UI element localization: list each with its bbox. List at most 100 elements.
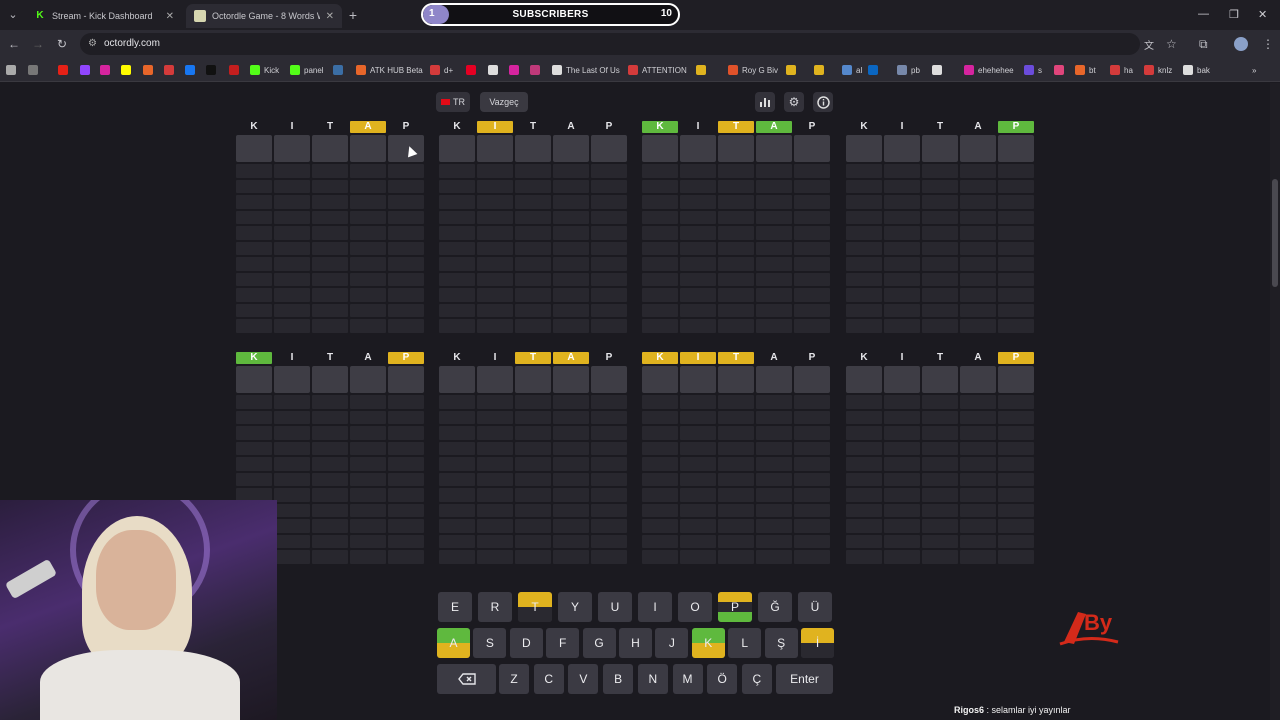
menu-icon[interactable]: ⋮ bbox=[1262, 37, 1274, 51]
back-icon[interactable]: ← bbox=[6, 36, 22, 52]
bookmark-bt[interactable]: bt bbox=[1075, 63, 1096, 77]
key-r3-4[interactable]: N bbox=[637, 664, 668, 694]
bookmark-pinterest[interactable] bbox=[466, 63, 480, 77]
forward-icon[interactable]: → bbox=[30, 36, 46, 52]
bookmark-instagram-2[interactable] bbox=[509, 63, 523, 77]
bookmark-y1[interactable] bbox=[786, 63, 800, 77]
bookmark-kick[interactable]: Kick bbox=[250, 63, 279, 77]
close-tab-icon[interactable]: ✕ bbox=[326, 11, 334, 22]
bookmark-dplus[interactable]: d+ bbox=[430, 63, 453, 77]
bookmark-y2[interactable] bbox=[814, 63, 828, 77]
bookmark-linkedin[interactable] bbox=[868, 63, 882, 77]
bookmark-pb[interactable]: pb bbox=[897, 63, 920, 77]
bookmark-yellow[interactable] bbox=[696, 63, 710, 77]
key-r2-10[interactable]: İ bbox=[801, 628, 834, 658]
key-r2-9[interactable]: Ş bbox=[764, 628, 798, 658]
bookmark-last-of-us[interactable]: The Last Of Us bbox=[552, 63, 620, 77]
restore-icon[interactable]: ❐ bbox=[1229, 8, 1239, 21]
key-r1-1[interactable]: R bbox=[478, 592, 512, 622]
bookmark-diamond[interactable] bbox=[488, 63, 502, 77]
key-r3-0[interactable]: Z bbox=[499, 664, 529, 694]
reload-icon[interactable]: ↻ bbox=[54, 36, 70, 52]
tab-search-chevron-icon[interactable]: ⌄ bbox=[4, 6, 22, 24]
bookmark-grid[interactable] bbox=[28, 63, 42, 77]
key-r3-7[interactable]: Ç bbox=[741, 664, 772, 694]
bookmark-x[interactable] bbox=[206, 63, 220, 77]
key-r1-5[interactable]: I bbox=[638, 592, 672, 622]
key-r3-2[interactable]: V bbox=[568, 664, 599, 694]
key-r3-6[interactable]: Ö bbox=[707, 664, 738, 694]
bookmark-pink[interactable] bbox=[1054, 63, 1068, 77]
tab-kick-dashboard[interactable]: K Stream - Kick Dashboard ✕ bbox=[26, 4, 182, 28]
bookmark-knlz[interactable]: knlz bbox=[1144, 63, 1172, 77]
bookmark-apps[interactable] bbox=[6, 63, 20, 77]
key-r2-4[interactable]: G bbox=[582, 628, 616, 658]
site-info-icon[interactable]: ⚙ bbox=[88, 38, 97, 49]
new-tab-button[interactable]: + bbox=[344, 6, 362, 24]
empty-tile bbox=[350, 410, 386, 424]
bar-chart-icon[interactable] bbox=[755, 92, 775, 112]
bookmark-atk-hub[interactable]: ATK HUB Beta bbox=[356, 63, 423, 77]
give-up-button[interactable]: Vazgeç bbox=[480, 92, 528, 112]
bookmark-youtube[interactable] bbox=[58, 63, 72, 77]
bookmark-bolt[interactable] bbox=[530, 63, 544, 77]
key-r2-7[interactable]: K bbox=[691, 628, 725, 658]
empty-tile bbox=[350, 164, 386, 178]
key-r3-5[interactable]: M bbox=[672, 664, 703, 694]
bookmark-twitch[interactable] bbox=[80, 63, 94, 77]
empty-tile bbox=[884, 472, 920, 486]
key-r2-2[interactable]: D bbox=[509, 628, 543, 658]
key-r1-6[interactable]: O bbox=[678, 592, 712, 622]
scroll-thumb[interactable] bbox=[1272, 179, 1278, 287]
empty-tile bbox=[642, 210, 678, 224]
info-icon[interactable] bbox=[813, 92, 833, 112]
key-r3-1[interactable]: C bbox=[533, 664, 564, 694]
key-r2-3[interactable]: F bbox=[546, 628, 580, 658]
profile-avatar[interactable] bbox=[1234, 37, 1248, 51]
key-r2-1[interactable]: S bbox=[473, 628, 507, 658]
bookmarks-overflow-icon[interactable]: » bbox=[1252, 63, 1256, 77]
key-r1-4[interactable]: U bbox=[598, 592, 632, 622]
empty-tile bbox=[553, 534, 589, 548]
bookmark-heart[interactable] bbox=[164, 63, 178, 77]
key-r1-9[interactable]: Ü bbox=[798, 592, 832, 622]
bookmark-red[interactable] bbox=[229, 63, 243, 77]
gear-icon[interactable]: ⚙ bbox=[784, 92, 804, 112]
key-r2-8[interactable]: L bbox=[728, 628, 762, 658]
close-tab-icon[interactable]: ✕ bbox=[166, 11, 174, 22]
bookmark-steam[interactable] bbox=[333, 63, 347, 77]
bookmark-s[interactable]: s bbox=[1024, 63, 1042, 77]
backspace-key[interactable] bbox=[437, 664, 496, 694]
bookmark-instagram[interactable] bbox=[100, 63, 114, 77]
minimize-icon[interactable]: — bbox=[1198, 8, 1209, 20]
bookmark-al[interactable]: al bbox=[842, 63, 862, 77]
bookmark-ehehehee[interactable]: ehehehee bbox=[964, 63, 1014, 77]
page-scrollbar[interactable] bbox=[1270, 83, 1280, 720]
key-r2-5[interactable]: H bbox=[619, 628, 652, 658]
key-r1-0[interactable]: E bbox=[438, 592, 472, 622]
key-r1-8[interactable]: Ğ bbox=[758, 592, 792, 622]
bookmark-star-icon[interactable]: ☆ bbox=[1166, 37, 1177, 51]
translate-icon[interactable]: 文 bbox=[1144, 37, 1154, 52]
language-toggle[interactable]: TR bbox=[436, 92, 470, 112]
key-r3-3[interactable]: B bbox=[603, 664, 634, 694]
bookmark-orange[interactable] bbox=[143, 63, 157, 77]
address-bar[interactable]: ⚙ octordly.com bbox=[80, 33, 1140, 55]
bookmark-ha[interactable]: ha bbox=[1110, 63, 1133, 77]
bookmark-attention[interactable]: ATTENTION bbox=[628, 63, 687, 77]
bookmark-snapchat[interactable] bbox=[121, 63, 135, 77]
key-r2-0[interactable]: A bbox=[437, 628, 470, 658]
bookmark-roy-g-biv[interactable]: Roy G Biv bbox=[728, 63, 778, 77]
bookmark-diamond-2[interactable] bbox=[932, 63, 946, 77]
extensions-icon[interactable]: ⧉ bbox=[1199, 37, 1208, 52]
bookmark-bak[interactable]: bak bbox=[1183, 63, 1210, 77]
close-window-icon[interactable]: ✕ bbox=[1258, 8, 1267, 21]
key-r2-6[interactable]: J bbox=[655, 628, 689, 658]
key-r1-2[interactable]: T bbox=[518, 592, 552, 622]
bookmark-panel[interactable]: panel bbox=[290, 63, 324, 77]
tab-octordle[interactable]: Octordle Game - 8 Words Wor ✕ bbox=[186, 4, 342, 28]
key-r1-7[interactable]: P bbox=[718, 592, 752, 622]
enter-key[interactable]: Enter bbox=[776, 664, 833, 694]
bookmark-facebook[interactable] bbox=[185, 63, 199, 77]
key-r1-3[interactable]: Y bbox=[558, 592, 592, 622]
